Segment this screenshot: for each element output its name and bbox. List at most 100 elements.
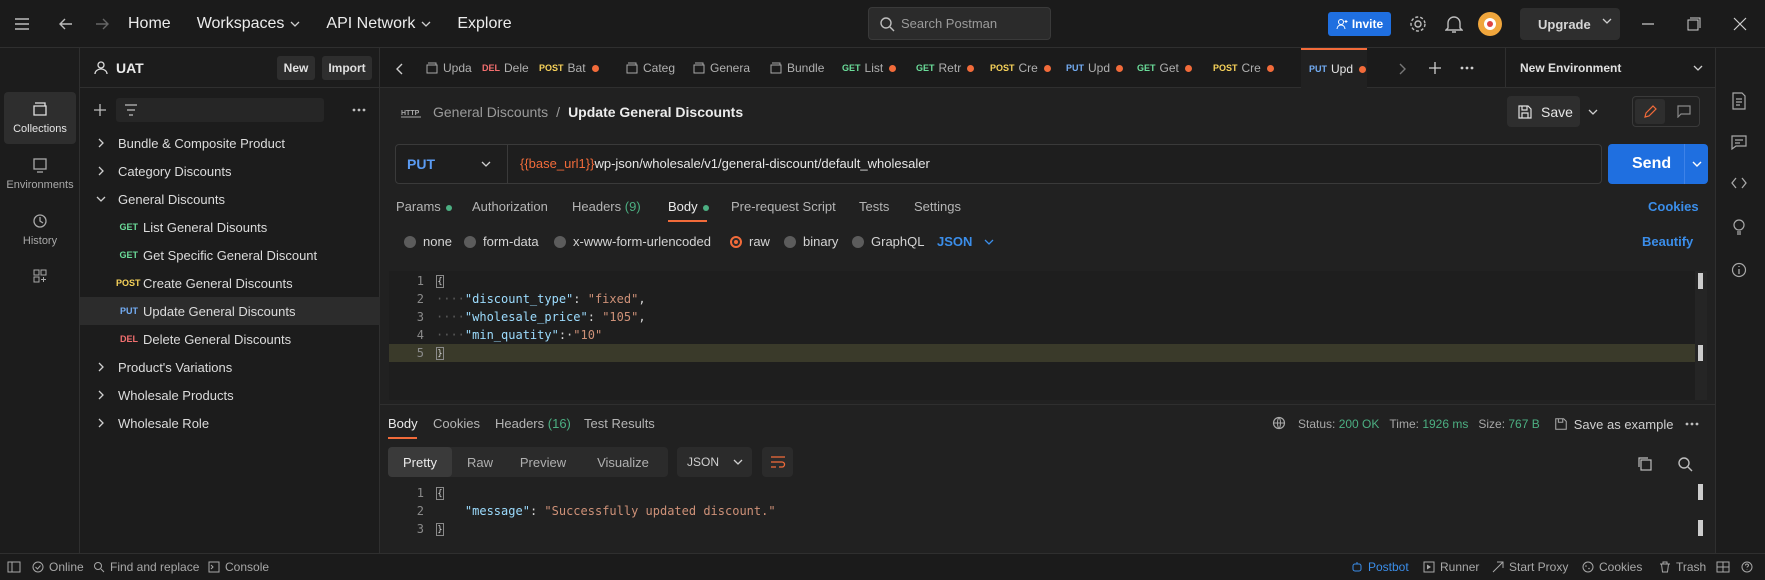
url-input[interactable]: {{base_url1}}wp-json/wholesale/v1/genera… xyxy=(520,156,930,171)
request-tab[interactable]: DEL Dele xyxy=(476,48,532,88)
nav-workspaces[interactable]: Workspaces xyxy=(197,15,301,33)
collection-folder[interactable]: Product's Variations xyxy=(80,353,380,381)
method-select[interactable]: PUT xyxy=(396,145,508,183)
rail-collections[interactable]: Collections xyxy=(4,92,76,144)
tab-params[interactable]: Params xyxy=(396,199,452,214)
rail-apps[interactable] xyxy=(4,256,76,296)
request-item[interactable]: PUT Update General Discounts xyxy=(80,297,380,325)
request-tab[interactable]: POST Cre xyxy=(1207,48,1299,88)
request-item[interactable]: GET Get Specific General Discount xyxy=(80,241,380,269)
layout-two-pane-icon[interactable] xyxy=(1716,561,1730,573)
resp-tab-cookies[interactable]: Cookies xyxy=(433,416,480,431)
tab-body[interactable]: Body xyxy=(668,199,709,214)
tab-pre-request-script[interactable]: Pre-request Script xyxy=(731,199,836,214)
new-tab-add-icon[interactable] xyxy=(1428,61,1442,75)
body-type-binary[interactable]: binary xyxy=(784,234,838,249)
response-body-viewer[interactable]: 1{2 "message": "Successfully updated dis… xyxy=(389,484,1707,540)
body-type-graphql[interactable]: GraphQL xyxy=(852,234,924,249)
collection-folder[interactable]: Wholesale Products xyxy=(80,381,380,409)
environment-selector[interactable]: New Environment xyxy=(1505,48,1715,88)
request-tab[interactable]: GET Get xyxy=(1131,48,1205,88)
collection-folder[interactable]: General Discounts xyxy=(80,185,380,213)
search-input[interactable]: Search Postman xyxy=(868,7,1051,40)
lightbulb-icon[interactable] xyxy=(1731,218,1747,236)
trash[interactable]: Trash xyxy=(1659,560,1706,574)
nav-api-network[interactable]: API Network xyxy=(326,15,431,33)
save-dropdown[interactable] xyxy=(1582,96,1604,127)
close-window-icon[interactable] xyxy=(1733,17,1747,31)
comments-icon[interactable] xyxy=(1731,134,1747,150)
body-type-raw[interactable]: raw xyxy=(730,234,770,249)
documentation-icon[interactable] xyxy=(1731,92,1747,110)
tabs-more-icon[interactable] xyxy=(1460,66,1474,70)
rail-history[interactable]: History xyxy=(4,204,76,256)
tab-authorization[interactable]: Authorization xyxy=(472,199,548,214)
request-tab[interactable]: Bundle xyxy=(764,48,834,88)
start-proxy[interactable]: Start Proxy xyxy=(1492,560,1568,574)
status-value[interactable]: 200 OK xyxy=(1339,417,1380,431)
chevron-right-icon[interactable] xyxy=(1398,63,1406,75)
view-visualize[interactable]: Visualize xyxy=(580,447,666,477)
send-button[interactable]: Send xyxy=(1608,144,1708,184)
edit-mode-button[interactable] xyxy=(1635,99,1665,124)
upgrade-button[interactable]: Upgrade xyxy=(1520,8,1620,40)
resp-tab-test-results[interactable]: Test Results xyxy=(584,416,655,431)
request-item[interactable]: GET List General Disounts xyxy=(80,213,380,241)
nav-explore[interactable]: Explore xyxy=(457,15,511,33)
request-tab[interactable]: Upda xyxy=(420,48,474,88)
request-tab[interactable]: Categ xyxy=(620,48,686,88)
import-button[interactable]: Import xyxy=(322,56,372,80)
body-type-form-data[interactable]: form-data xyxy=(464,234,539,249)
save-as-example-button[interactable]: Save as example xyxy=(1574,417,1674,432)
beautify-button[interactable]: Beautify xyxy=(1642,234,1693,249)
request-title[interactable]: Update General Discounts xyxy=(568,104,743,120)
minimize-icon[interactable] xyxy=(1641,17,1655,31)
save-button[interactable]: Save xyxy=(1507,96,1580,127)
size-value[interactable]: 767 B xyxy=(1508,417,1539,431)
more-options-icon[interactable] xyxy=(352,108,366,112)
tab-tests[interactable]: Tests xyxy=(859,199,889,214)
notifications-bell-icon[interactable] xyxy=(1445,14,1463,34)
online-status[interactable]: Online xyxy=(32,560,84,574)
request-tab[interactable]: GET List xyxy=(836,48,908,88)
back-arrow-icon[interactable] xyxy=(48,6,84,42)
info-icon[interactable] xyxy=(1731,262,1747,278)
wrap-lines-button[interactable] xyxy=(762,447,793,477)
settings-gear-icon[interactable] xyxy=(1408,14,1428,34)
tab-settings[interactable]: Settings xyxy=(914,199,961,214)
comment-mode-button[interactable] xyxy=(1669,99,1699,124)
cookies-status[interactable]: Cookies xyxy=(1582,560,1642,574)
resp-tab-headers[interactable]: Headers (16) xyxy=(495,416,571,431)
breadcrumb-parent[interactable]: General Discounts xyxy=(433,104,548,120)
more-options-icon[interactable] xyxy=(1685,422,1699,426)
view-pretty[interactable]: Pretty xyxy=(388,447,452,477)
collection-folder[interactable]: Wholesale Role xyxy=(80,409,380,437)
time-value[interactable]: 1926 ms xyxy=(1422,417,1468,431)
chevron-left-icon[interactable] xyxy=(396,63,404,75)
code-icon[interactable] xyxy=(1731,176,1747,190)
chevron-down-icon[interactable] xyxy=(1692,161,1702,167)
add-icon[interactable] xyxy=(93,103,107,117)
invite-button[interactable]: Invite xyxy=(1328,12,1391,36)
filter-input[interactable] xyxy=(116,98,324,122)
forward-arrow-icon[interactable] xyxy=(84,6,120,42)
request-tab[interactable]: Genera xyxy=(687,48,763,88)
view-raw[interactable]: Raw xyxy=(454,447,506,477)
tab-headers[interactable]: Headers (9) xyxy=(572,199,641,214)
body-type-none[interactable]: none xyxy=(404,234,452,249)
request-body-editor[interactable]: 1{2 ····"discount_type": "fixed", 3 ····"wh… xyxy=(389,271,1707,400)
maximize-icon[interactable] xyxy=(1687,17,1701,31)
response-divider[interactable] xyxy=(380,404,1715,405)
body-format-select[interactable]: JSON xyxy=(937,234,994,249)
search-icon[interactable] xyxy=(1677,456,1693,472)
nav-home[interactable]: Home xyxy=(128,15,171,33)
request-tab[interactable]: PUT Upd xyxy=(1060,48,1129,88)
copy-icon[interactable] xyxy=(1637,456,1653,472)
collection-folder[interactable]: Category Discounts xyxy=(80,157,380,185)
request-tab[interactable]: PUT Upd xyxy=(1301,48,1367,88)
request-item[interactable]: POST Create General Discounts xyxy=(80,269,380,297)
request-tab[interactable]: GET Retr xyxy=(910,48,982,88)
runner[interactable]: Runner xyxy=(1423,560,1479,574)
new-button[interactable]: New xyxy=(277,56,315,80)
menu-icon[interactable] xyxy=(4,6,40,42)
